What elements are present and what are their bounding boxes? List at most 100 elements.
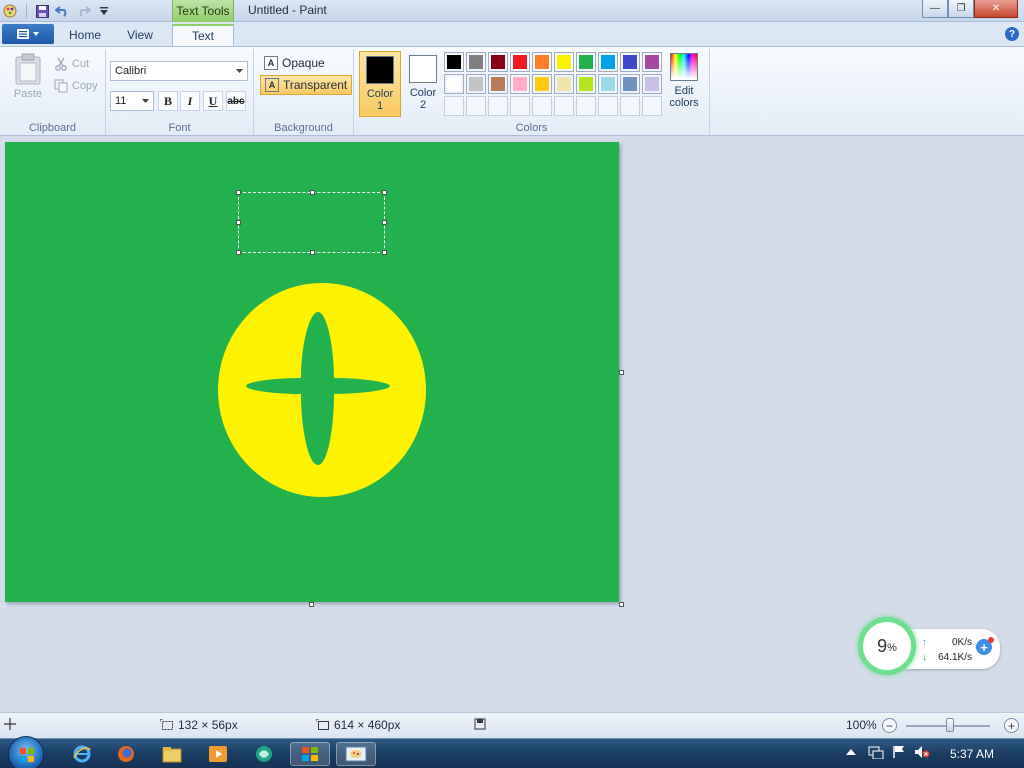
transparent-button[interactable]: A Transparent bbox=[260, 75, 353, 95]
resize-handle[interactable] bbox=[382, 190, 387, 195]
start-button[interactable] bbox=[8, 736, 44, 768]
volume-muted-icon[interactable] bbox=[914, 745, 930, 762]
tab-home[interactable]: Home bbox=[60, 24, 110, 46]
palette-swatch[interactable] bbox=[642, 74, 662, 94]
palette-empty-slot[interactable] bbox=[532, 96, 552, 116]
palette-swatch[interactable] bbox=[598, 74, 618, 94]
windows-explorer-taskbar-icon[interactable] bbox=[290, 742, 330, 766]
palette-swatch[interactable] bbox=[488, 74, 508, 94]
zoom-out-button[interactable]: − bbox=[882, 718, 897, 733]
palette-swatch[interactable] bbox=[466, 52, 486, 72]
close-button[interactable]: ✕ bbox=[974, 0, 1018, 18]
resize-handle[interactable] bbox=[382, 220, 387, 225]
firefox-icon[interactable] bbox=[106, 742, 146, 766]
canvas-resize-handle-right[interactable] bbox=[619, 370, 624, 375]
drawing-canvas[interactable] bbox=[5, 142, 619, 602]
strikethrough-button[interactable]: abc bbox=[226, 91, 246, 111]
palette-swatch[interactable] bbox=[620, 74, 640, 94]
resize-handle[interactable] bbox=[236, 190, 241, 195]
palette-empty-slot[interactable] bbox=[444, 96, 464, 116]
text-selection-box[interactable] bbox=[236, 190, 387, 255]
palette-swatch[interactable] bbox=[620, 52, 640, 72]
palette-empty-slot[interactable] bbox=[620, 96, 640, 116]
show-hidden-icons-icon[interactable] bbox=[846, 745, 856, 759]
background-group-label: Background bbox=[274, 122, 333, 134]
color2-label-line1: Color bbox=[409, 87, 437, 99]
palette-swatch[interactable] bbox=[444, 52, 464, 72]
swatch-color bbox=[469, 77, 483, 91]
resize-handle[interactable] bbox=[310, 250, 315, 255]
palette-swatch[interactable] bbox=[642, 52, 662, 72]
swatch-color bbox=[623, 55, 637, 69]
palette-swatch[interactable] bbox=[554, 52, 574, 72]
color2-button[interactable]: Color 2 bbox=[402, 51, 444, 117]
swatch-color bbox=[623, 77, 637, 91]
palette-empty-slot[interactable] bbox=[466, 96, 486, 116]
action-center-flag-icon[interactable] bbox=[892, 745, 906, 762]
zoom-in-button[interactable]: + bbox=[1004, 718, 1019, 733]
copy-button[interactable]: Copy bbox=[54, 79, 98, 93]
resize-handle[interactable] bbox=[236, 220, 241, 225]
underline-button[interactable]: U bbox=[203, 91, 223, 111]
ribbon-tab-row: Home View Text ? bbox=[0, 22, 1024, 46]
download-speed: 64.1K/s bbox=[938, 652, 972, 663]
paint-taskbar-icon[interactable] bbox=[336, 742, 376, 766]
color1-button[interactable]: Color 1 bbox=[359, 51, 401, 117]
redo-icon[interactable] bbox=[76, 3, 92, 19]
minimize-button[interactable]: — bbox=[922, 0, 948, 18]
swatch-color bbox=[447, 55, 461, 69]
palette-swatch[interactable] bbox=[554, 74, 574, 94]
help-icon[interactable]: ? bbox=[1005, 27, 1019, 41]
customize-quick-access-icon[interactable] bbox=[96, 3, 112, 19]
palette-empty-slot[interactable] bbox=[488, 96, 508, 116]
scissors-icon bbox=[55, 57, 67, 71]
save-icon[interactable] bbox=[34, 3, 50, 19]
palette-empty-slot[interactable] bbox=[598, 96, 618, 116]
color2-swatch bbox=[409, 55, 437, 83]
palette-swatch[interactable] bbox=[576, 74, 596, 94]
paste-button[interactable]: Paste bbox=[8, 53, 48, 103]
edit-colors-button[interactable]: Edit colors bbox=[668, 53, 700, 109]
network-tray-icon[interactable] bbox=[868, 745, 884, 762]
paint-menu-button[interactable] bbox=[2, 24, 54, 44]
cut-button[interactable]: Cut bbox=[54, 57, 89, 71]
media-player-icon[interactable] bbox=[198, 742, 238, 766]
paint-app-icon[interactable] bbox=[2, 3, 18, 19]
palette-swatch[interactable] bbox=[510, 52, 530, 72]
palette-swatch[interactable] bbox=[576, 52, 596, 72]
canvas-resize-handle-bottom[interactable] bbox=[309, 602, 314, 607]
resize-handle[interactable] bbox=[382, 250, 387, 255]
opaque-button[interactable]: A Opaque bbox=[260, 53, 329, 73]
palette-swatch[interactable] bbox=[532, 74, 552, 94]
palette-empty-slot[interactable] bbox=[642, 96, 662, 116]
palette-swatch[interactable] bbox=[488, 52, 508, 72]
maximize-button[interactable]: ❐ bbox=[948, 0, 974, 18]
italic-button[interactable]: I bbox=[180, 91, 200, 111]
palette-swatch[interactable] bbox=[532, 52, 552, 72]
bold-button[interactable]: B bbox=[158, 91, 178, 111]
palette-swatch[interactable] bbox=[510, 74, 530, 94]
resize-handle[interactable] bbox=[310, 190, 315, 195]
cpu-usage-gauge[interactable]: 9% bbox=[858, 617, 916, 675]
font-size-select[interactable]: 11 bbox=[110, 91, 154, 111]
file-explorer-icon[interactable] bbox=[152, 742, 192, 766]
system-clock[interactable]: 5:37 AM bbox=[950, 747, 994, 761]
tab-text[interactable]: Text bbox=[172, 24, 234, 46]
palette-swatch[interactable] bbox=[444, 74, 464, 94]
font-family-select[interactable]: Calibri bbox=[110, 61, 248, 81]
zoom-slider-thumb[interactable] bbox=[946, 718, 954, 732]
canvas-resize-handle-corner[interactable] bbox=[619, 602, 624, 607]
undo-icon[interactable] bbox=[54, 3, 70, 19]
network-monitor-widget[interactable]: ↑ 0K/s ↓ 64.1K/s + 9% bbox=[858, 617, 1002, 683]
selection-size-icon bbox=[160, 719, 173, 730]
network-app-icon[interactable] bbox=[244, 742, 284, 766]
palette-empty-slot[interactable] bbox=[554, 96, 574, 116]
palette-empty-slot[interactable] bbox=[510, 96, 530, 116]
tab-view[interactable]: View bbox=[114, 24, 166, 46]
internet-explorer-icon[interactable] bbox=[62, 742, 102, 766]
resize-handle[interactable] bbox=[236, 250, 241, 255]
swatch-color bbox=[469, 55, 483, 69]
palette-swatch[interactable] bbox=[466, 74, 486, 94]
palette-swatch[interactable] bbox=[598, 52, 618, 72]
palette-empty-slot[interactable] bbox=[576, 96, 596, 116]
